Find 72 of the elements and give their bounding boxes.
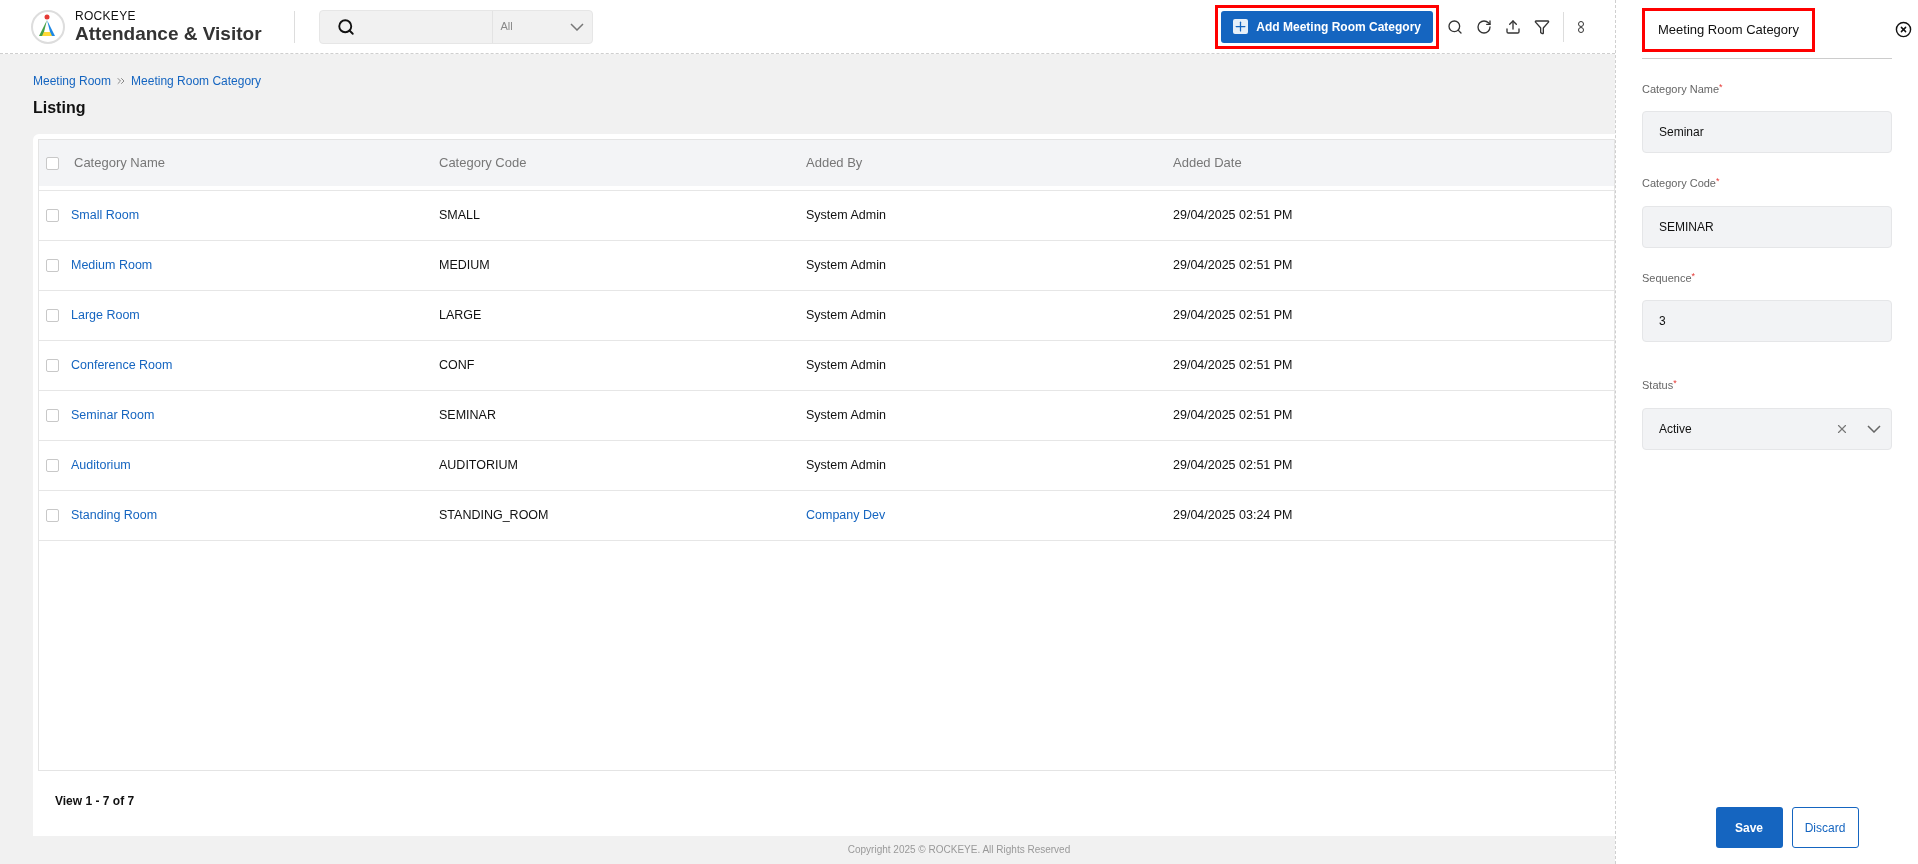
user-link[interactable]: Company Dev xyxy=(806,506,886,525)
category-name-link[interactable]: Small Room xyxy=(71,206,439,225)
table-cell-text: SEMINAR xyxy=(439,407,497,425)
checkbox[interactable] xyxy=(46,309,59,322)
checkbox[interactable] xyxy=(46,209,59,222)
column-header: Category Name xyxy=(74,154,167,173)
page-title: Listing xyxy=(33,98,87,118)
table-cell-text: LARGE xyxy=(439,307,483,325)
panel-title: Meeting Room Category xyxy=(1657,21,1800,39)
table-cell-text: 29/04/2025 02:51 PM xyxy=(1173,307,1293,325)
table-cell-text: System Admin xyxy=(806,307,886,325)
table-cell-text: AUDITORIUM xyxy=(439,457,519,475)
company-name: ROCKEYE xyxy=(75,10,137,22)
copyright-text: Copyright 2025 © ROCKEYE. All Rights Reserved xyxy=(847,843,1071,857)
upload-icon[interactable] xyxy=(1505,18,1521,35)
category-name-link[interactable]: Large Room xyxy=(71,306,439,325)
field-label: Sequence* xyxy=(1642,269,1697,286)
text-field[interactable]: Seminar xyxy=(1642,111,1892,153)
category-name-link[interactable]: Conference Room xyxy=(71,356,439,375)
search-icon[interactable] xyxy=(1447,18,1463,35)
filter-icon[interactable] xyxy=(1534,18,1550,35)
table-cell-text: 29/04/2025 02:51 PM xyxy=(1173,407,1293,425)
table-cell-text: SMALL xyxy=(439,207,481,225)
breadcrumb-link[interactable]: Meeting Room xyxy=(33,72,112,90)
table-cell-text: STANDING_ROOM xyxy=(439,507,550,525)
breadcrumb-link[interactable]: Meeting Room Category xyxy=(131,72,262,90)
search-field[interactable]: All xyxy=(318,9,593,44)
checkbox[interactable] xyxy=(46,156,59,170)
field-label: Status* xyxy=(1642,377,1678,393)
table-cell-text: 29/04/2025 02:51 PM xyxy=(1173,457,1293,475)
refresh-icon[interactable] xyxy=(1476,18,1492,35)
table-cell-text: 29/04/2025 02:51 PM xyxy=(1173,257,1293,275)
table-cell-text: System Admin xyxy=(806,457,886,475)
table-cell-text: System Admin xyxy=(806,357,886,375)
text-field[interactable]: SEMINAR xyxy=(1642,205,1892,248)
category-name-link[interactable]: Medium Room xyxy=(71,256,439,275)
checkbox[interactable] xyxy=(46,359,59,372)
table-cell-text: System Admin xyxy=(806,207,886,225)
text-field[interactable]: 3 xyxy=(1642,300,1892,342)
table-cell-text: 29/04/2025 02:51 PM xyxy=(1173,207,1293,225)
table-cell-text: 29/04/2025 02:51 PM xyxy=(1173,357,1293,375)
column-header: Category Code xyxy=(439,154,528,173)
chevron-down-icon xyxy=(1867,424,1881,433)
add-category-button[interactable]: Add Meeting Room Category xyxy=(1221,10,1433,43)
checkbox[interactable] xyxy=(46,509,59,522)
close-icon[interactable] xyxy=(1895,21,1912,39)
columns-icon[interactable] xyxy=(1577,18,1585,35)
column-header: Added Date xyxy=(1173,154,1243,173)
product-name: Attendance & Visitor xyxy=(75,24,262,43)
category-name-link[interactable]: Auditorium xyxy=(71,456,439,475)
category-name-link[interactable]: Standing Room xyxy=(71,506,439,525)
save-button[interactable]: Save xyxy=(1715,807,1783,848)
plus-icon xyxy=(1233,19,1249,34)
table-cell-text: MEDIUM xyxy=(439,257,491,275)
table-cell-text: System Admin xyxy=(806,407,886,425)
checkbox[interactable] xyxy=(46,259,59,272)
chevron-down-icon xyxy=(569,22,584,31)
field-label: Category Name* xyxy=(1642,80,1724,97)
discard-button[interactable]: Discard xyxy=(1791,807,1859,848)
checkbox[interactable] xyxy=(46,459,59,472)
search-icon xyxy=(336,17,355,36)
status-select[interactable]: Active xyxy=(1642,407,1892,450)
field-label: Category Code* xyxy=(1642,175,1721,191)
table-cell-text: System Admin xyxy=(806,257,886,275)
pagination-summary: View 1 - 7 of 7 xyxy=(55,793,135,810)
table-cell-text: CONF xyxy=(439,357,476,375)
category-name-link[interactable]: Seminar Room xyxy=(71,406,439,425)
scope-select[interactable]: All xyxy=(491,10,592,43)
column-header: Added By xyxy=(806,154,864,173)
logo-icon xyxy=(30,8,66,45)
checkbox[interactable] xyxy=(46,409,59,422)
table-cell-text: 29/04/2025 03:24 PM xyxy=(1173,507,1293,525)
